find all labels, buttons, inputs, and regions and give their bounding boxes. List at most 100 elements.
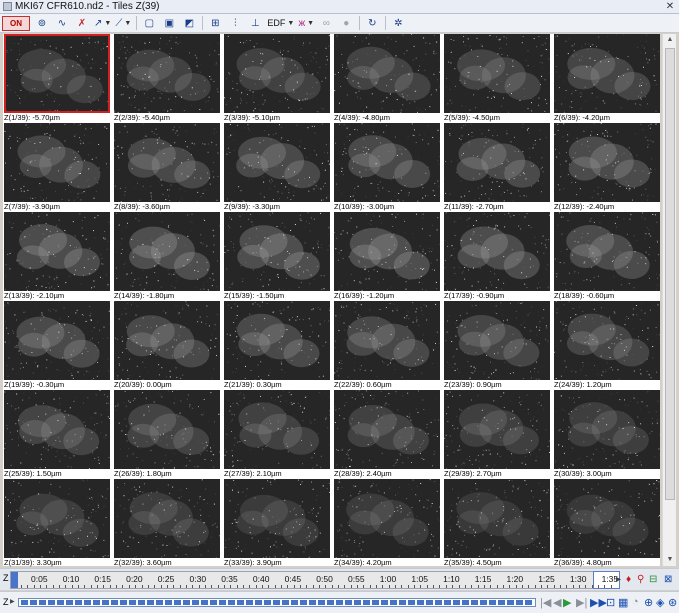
- z-slice-tile[interactable]: Z(36/39): 4.80µm: [553, 479, 661, 567]
- z-slice-image[interactable]: [114, 390, 220, 469]
- z-slice-tile[interactable]: Z(6/39): -4.20µm: [553, 34, 661, 122]
- z-slice-image[interactable]: [224, 479, 330, 558]
- z-slice-image[interactable]: [444, 212, 550, 291]
- play-icon[interactable]: ▶: [563, 596, 571, 609]
- z-slice-tile[interactable]: Z(8/39): -3.60µm: [113, 123, 221, 211]
- z-slice-image[interactable]: [224, 123, 330, 202]
- z-slice-image[interactable]: [114, 212, 220, 291]
- z-slice-image[interactable]: [224, 301, 330, 380]
- z-slice-image[interactable]: [554, 301, 660, 380]
- reset-icon[interactable]: ●: [338, 16, 354, 31]
- z-slice-image[interactable]: [554, 479, 660, 558]
- chevron-down-icon[interactable]: ▼: [307, 20, 314, 27]
- options-icon[interactable]: ◔: [632, 596, 639, 608]
- prev-frame-icon[interactable]: ◀: [553, 596, 561, 609]
- range-icon[interactable]: ⊟: [649, 574, 657, 585]
- z-slice-image[interactable]: [554, 34, 660, 113]
- z-slice-tile[interactable]: Z(15/39): -1.50µm: [223, 212, 331, 300]
- next-frame-icon[interactable]: ▶|: [576, 596, 587, 609]
- z-slice-tile[interactable]: Z(3/39): -5.10µm: [223, 34, 331, 122]
- z-slice-tile[interactable]: Z(27/39): 2.10µm: [223, 390, 331, 478]
- z-slice-tile[interactable]: Z(30/39): 3.00µm: [553, 390, 661, 478]
- z-slice-image[interactable]: [4, 301, 110, 380]
- profile-icon[interactable]: ∿: [54, 16, 70, 31]
- refresh-icon[interactable]: ↻: [364, 16, 380, 31]
- filter-icon[interactable]: ⊥: [247, 16, 263, 31]
- tiles-icon[interactable]: ⊞: [207, 16, 223, 31]
- export-movie-icon[interactable]: ◈: [656, 596, 664, 609]
- z-slice-tile[interactable]: Z(21/39): 0.30µm: [223, 301, 331, 389]
- z-slice-image[interactable]: [444, 390, 550, 469]
- z-slice-tile[interactable]: Z(11/39): -2.70µm: [443, 123, 551, 211]
- marker-icon[interactable]: ♦: [626, 574, 631, 585]
- z-slice-image[interactable]: [554, 123, 660, 202]
- z-slice-tile[interactable]: Z(16/39): -1.20µm: [333, 212, 441, 300]
- z-slice-tile[interactable]: Z(26/39): 1.80µm: [113, 390, 221, 478]
- z-slice-image[interactable]: [334, 212, 440, 291]
- sort-icon[interactable]: ⫶: [227, 16, 243, 31]
- speed-icon[interactable]: ▦: [618, 596, 628, 609]
- z-slice-tile[interactable]: Z(9/39): -3.30µm: [223, 123, 331, 211]
- pin-icon[interactable]: ⚲: [637, 574, 644, 585]
- z-slice-image[interactable]: [114, 123, 220, 202]
- z-slice-tile[interactable]: Z(34/39): 4.20µm: [333, 479, 441, 567]
- timeline-track[interactable]: 0:05 0:10 0:15 0:20 0:25 0:30 0:35 0:40 0:45 0:50…: [10, 571, 620, 589]
- close-button[interactable]: ✕: [664, 1, 676, 12]
- z-slice-tile[interactable]: Z(28/39): 2.40µm: [333, 390, 441, 478]
- z-slice-image[interactable]: [114, 34, 220, 113]
- z-slice-image[interactable]: [334, 390, 440, 469]
- z-slice-tile[interactable]: Z(14/39): -1.80µm: [113, 212, 221, 300]
- first-frame-icon[interactable]: |◀: [540, 596, 551, 609]
- z-slice-tile[interactable]: Z(25/39): 1.50µm: [3, 390, 111, 478]
- chevron-down-icon[interactable]: ▼: [287, 20, 294, 27]
- on-toggle-button[interactable]: ON: [2, 15, 30, 31]
- binoculars-icon[interactable]: ∞: [318, 16, 334, 31]
- chevron-down-icon[interactable]: ▼: [124, 20, 131, 27]
- view-frames-icon[interactable]: ▣: [161, 16, 177, 31]
- z-slice-tile[interactable]: Z(29/39): 2.70µm: [443, 390, 551, 478]
- z-slice-image[interactable]: [444, 301, 550, 380]
- z-slice-image[interactable]: [334, 123, 440, 202]
- z-slice-image[interactable]: [444, 34, 550, 113]
- z-slice-image[interactable]: [114, 301, 220, 380]
- chevron-right-icon[interactable]: ▶: [10, 598, 15, 605]
- delete-icon[interactable]: ✗: [74, 16, 90, 31]
- z-slice-image[interactable]: [554, 390, 660, 469]
- z-slice-image[interactable]: [444, 479, 550, 558]
- z-slice-image[interactable]: [224, 390, 330, 469]
- view-single-icon[interactable]: ▢: [141, 16, 157, 31]
- z-slice-tile[interactable]: Z(5/39): -4.50µm: [443, 34, 551, 122]
- z-slice-tile[interactable]: Z(7/39): -3.90µm: [3, 123, 111, 211]
- z-slice-tile[interactable]: Z(12/39): -2.40µm: [553, 123, 661, 211]
- frame-slider[interactable]: [18, 598, 536, 607]
- loop-icon[interactable]: ⊡: [606, 596, 615, 609]
- z-slice-tile[interactable]: Z(33/39): 3.90µm: [223, 479, 331, 567]
- z-slice-image[interactable]: [224, 34, 330, 113]
- z-slice-tile[interactable]: Z(22/39): 0.60µm: [333, 301, 441, 389]
- z-slice-image[interactable]: [334, 479, 440, 558]
- timeline-start-marker[interactable]: [11, 572, 18, 588]
- lut-icon[interactable]: ⟋ ▼: [115, 16, 131, 31]
- z-slice-image[interactable]: [4, 479, 110, 558]
- z-slice-tile[interactable]: Z(19/39): -0.30µm: [3, 301, 111, 389]
- z-slice-tile[interactable]: Z(20/39): 0.00µm: [113, 301, 221, 389]
- last-frame-icon[interactable]: ▶▶: [590, 596, 607, 609]
- roi-icon[interactable]: ⊚: [34, 16, 50, 31]
- z-slice-tile[interactable]: Z(1/39): -5.70µm: [3, 34, 111, 122]
- scroll-thumb[interactable]: [665, 48, 675, 500]
- z-slice-tile[interactable]: Z(32/39): 3.60µm: [113, 479, 221, 567]
- scroll-up-icon[interactable]: ▲: [663, 34, 677, 46]
- z-slice-tile[interactable]: Z(2/39): -5.40µm: [113, 34, 221, 122]
- z-slice-tile[interactable]: Z(13/39): -2.10µm: [3, 212, 111, 300]
- close-timeline-icon[interactable]: ⊠: [664, 574, 672, 585]
- settings-icon[interactable]: ⊕: [644, 596, 653, 609]
- z-slice-tile[interactable]: Z(24/39): 1.20µm: [553, 301, 661, 389]
- chevron-down-icon[interactable]: ▼: [104, 20, 111, 27]
- z-slice-image[interactable]: [4, 123, 110, 202]
- edf-button[interactable]: EDF ▼: [267, 16, 294, 31]
- z-slice-image[interactable]: [114, 479, 220, 558]
- z-slice-image[interactable]: [4, 390, 110, 469]
- view-3d-icon[interactable]: ◩: [181, 16, 197, 31]
- z-slice-tile[interactable]: Z(35/39): 4.50µm: [443, 479, 551, 567]
- settings-icon[interactable]: ✲: [390, 16, 406, 31]
